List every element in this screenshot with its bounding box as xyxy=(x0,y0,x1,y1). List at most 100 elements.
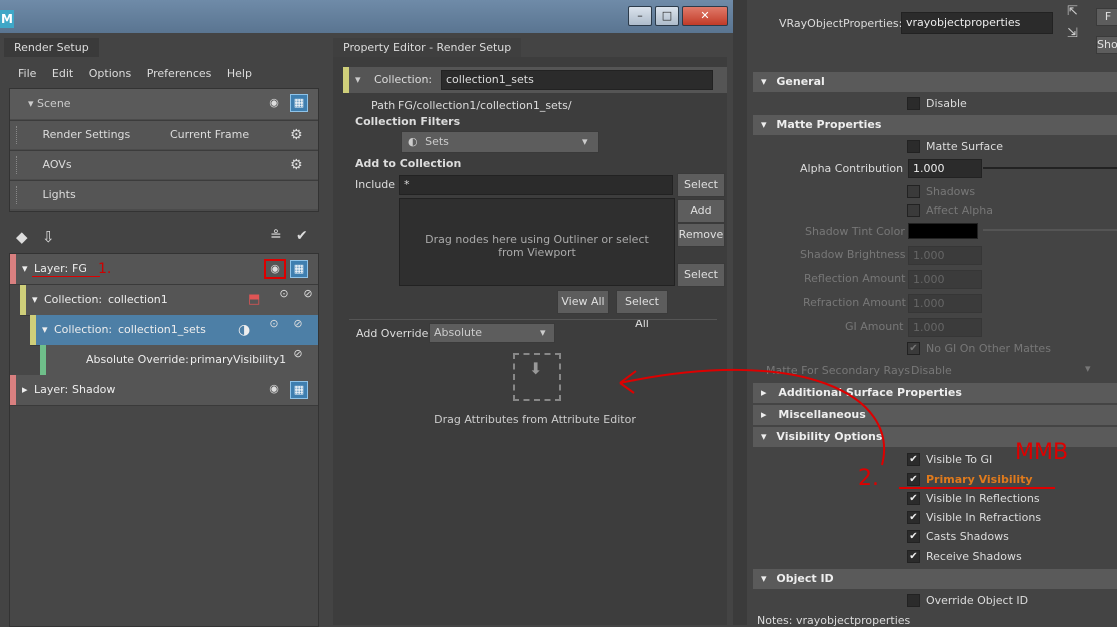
aovs-row[interactable]: AOVs ⚙ xyxy=(10,150,318,179)
eye-icon[interactable]: ◉ xyxy=(264,94,284,112)
gear-icon[interactable]: ⚙ xyxy=(290,151,303,179)
tab-property-editor[interactable]: Property Editor - Render Setup xyxy=(333,38,522,57)
vop-name-field[interactable]: vrayobjectproperties xyxy=(901,12,1053,34)
maximize-button[interactable]: □ xyxy=(655,6,679,26)
section-objectid[interactable]: ▾ Object ID xyxy=(753,569,1117,589)
expand-triangle-icon[interactable]: ▾ xyxy=(22,254,28,284)
collection-name-field[interactable]: collection1_sets xyxy=(441,70,713,90)
annotation-mmb: MMB xyxy=(1015,440,1069,465)
override-id-checkbox[interactable]: Override Object ID xyxy=(907,593,1028,608)
enable-icon[interactable]: ⊘ xyxy=(288,315,308,333)
close-button[interactable]: ✕ xyxy=(682,6,728,26)
lights-row[interactable]: Lights xyxy=(10,180,318,209)
layer-shadow-row[interactable]: ▸ Layer: Shadow ◉ ▦ xyxy=(10,375,318,406)
menu-file[interactable]: File xyxy=(18,67,36,80)
layer-fg-row[interactable]: ▾ Layer: FG 1. ◉ ▦ xyxy=(10,254,318,285)
import-icon[interactable]: ⇩ xyxy=(42,228,55,246)
minimize-button[interactable]: – xyxy=(628,6,652,26)
select-all-button[interactable]: Select All xyxy=(616,290,668,330)
primary-visibility-checkbox[interactable]: ✔ Primary Visibility xyxy=(907,472,1033,487)
matte-secondary-dropdown[interactable]: Disable xyxy=(911,364,952,377)
remove-button[interactable]: Remove xyxy=(677,223,725,247)
disable-checkbox[interactable]: Disable xyxy=(907,96,967,111)
eye-icon[interactable]: ◉ xyxy=(264,259,286,279)
refraction-amount-field[interactable]: 1.000 xyxy=(908,294,982,313)
tab-render-setup[interactable]: Render Setup xyxy=(4,38,99,57)
render-icon[interactable]: ▦ xyxy=(290,381,308,399)
override-row[interactable]: Absolute Override: primaryVisibility1 ⊘ xyxy=(40,345,318,376)
presets-icon[interactable]: ⇲ xyxy=(1067,26,1078,41)
casts-shadows-label: Casts Shadows xyxy=(926,530,1009,543)
section-title: Object ID xyxy=(776,572,834,585)
enable-icon[interactable]: ⊘ xyxy=(298,285,318,303)
isolate-icon[interactable]: ⊙ xyxy=(274,285,294,303)
override-dropdown[interactable]: Absolute ▾ xyxy=(429,323,555,343)
expand-triangle-icon[interactable]: ▾ xyxy=(42,315,48,345)
focus-icon[interactable]: ⇱ xyxy=(1067,4,1078,19)
shadow-brightness-field[interactable]: 1.000 xyxy=(908,246,982,265)
visible-in-reflections-checkbox[interactable]: ✔ Visible In Reflections xyxy=(907,491,1040,506)
section-matte[interactable]: ▾ Matte Properties xyxy=(753,115,1117,135)
eye-icon[interactable]: ◉ xyxy=(264,380,284,398)
scene-panel: ▾ Scene ◉ ▦ Render Settings Current Fram… xyxy=(9,88,319,212)
scene-header[interactable]: ▾ Scene ◉ ▦ xyxy=(10,89,318,119)
shadows-checkbox[interactable]: Shadows xyxy=(907,184,975,199)
reflection-amount-field[interactable]: 1.000 xyxy=(908,270,982,289)
shadow-tint-swatch[interactable] xyxy=(908,223,978,239)
section-general[interactable]: ▾ General xyxy=(753,72,1117,92)
filters-dropdown[interactable]: ◐ Sets ▾ xyxy=(401,131,599,153)
visible-to-gi-checkbox[interactable]: ✔ Visible To GI xyxy=(907,452,992,467)
gear-icon[interactable]: ⚙ xyxy=(290,121,303,149)
path-value: FG/collection1/collection1_sets/ xyxy=(398,99,572,112)
window-titlebar[interactable]: M – □ ✕ xyxy=(0,0,733,33)
expand-triangle-icon[interactable]: ▸ xyxy=(22,375,28,405)
no-gi-checkbox[interactable]: ✔ No GI On Other Mattes xyxy=(907,341,1051,356)
expand-triangle-icon[interactable]: ▾ xyxy=(32,285,38,315)
add-button[interactable]: Add xyxy=(677,199,725,223)
drop-target-icon[interactable]: ⬇ xyxy=(513,353,561,401)
alpha-field[interactable]: 1.000 xyxy=(908,159,982,178)
menu-edit[interactable]: Edit xyxy=(52,67,73,80)
vop-label: VRayObjectProperties: xyxy=(779,17,903,30)
show-button[interactable]: Show xyxy=(1096,36,1117,54)
menu-preferences[interactable]: Preferences xyxy=(147,67,212,80)
shadow-tint-slider[interactable] xyxy=(983,229,1117,231)
alpha-slider[interactable] xyxy=(983,167,1117,169)
matte-surface-checkbox[interactable]: Matte Surface xyxy=(907,139,1003,154)
casts-shadows-checkbox[interactable]: ✔ Casts Shadows xyxy=(907,529,1009,544)
collection-color-stripe xyxy=(30,315,36,345)
view-all-button[interactable]: View All xyxy=(557,290,609,314)
collection1-sets-row[interactable]: ▾ Collection: collection1_sets ◑ ⊙ ⊘ xyxy=(30,315,318,346)
section-title: Matte Properties xyxy=(776,118,882,131)
maya-logo-icon: M xyxy=(0,10,14,28)
visible-in-refractions-checkbox[interactable]: ✔ Visible In Refractions xyxy=(907,510,1041,525)
affect-alpha-checkbox[interactable]: Affect Alpha xyxy=(907,203,993,218)
select-button-2[interactable]: Select xyxy=(677,263,725,287)
enable-icon[interactable]: ⊘ xyxy=(288,345,308,363)
isolate-icon[interactable]: ⊙ xyxy=(264,315,284,333)
visibility-layers-icon[interactable]: ≗ xyxy=(270,228,282,244)
render-settings-label: Render Settings xyxy=(42,128,131,141)
override-name: primaryVisibility1 xyxy=(190,353,287,366)
menu-help[interactable]: Help xyxy=(227,67,252,80)
refraction-amount-label: Refraction Amount xyxy=(803,296,906,309)
toggle-button[interactable]: F xyxy=(1096,8,1117,26)
render-icon[interactable]: ▦ xyxy=(290,94,308,112)
receive-shadows-checkbox[interactable]: ✔ Receive Shadows xyxy=(907,549,1022,564)
drag-handle-icon[interactable] xyxy=(16,126,25,144)
drop-area[interactable]: Drag nodes here using Outliner or select… xyxy=(399,198,675,286)
render-layers-icon[interactable]: ✔ xyxy=(296,228,308,244)
collection1-row[interactable]: ▾ Collection: collection1 ⬒ ⊙ ⊘ xyxy=(20,285,318,316)
drag-handle-icon[interactable] xyxy=(16,156,25,174)
render-icon[interactable]: ▦ xyxy=(290,260,308,278)
menu-options[interactable]: Options xyxy=(89,67,131,80)
expand-triangle-icon[interactable]: ▾ xyxy=(28,97,34,110)
render-settings-row[interactable]: Render Settings Current Frame ⚙ xyxy=(10,120,318,149)
gi-amount-field[interactable]: 1.000 xyxy=(908,318,982,337)
select-button[interactable]: Select xyxy=(677,173,725,197)
drag-handle-icon[interactable] xyxy=(16,186,25,204)
layer-name: Shadow xyxy=(72,383,116,396)
include-field[interactable]: * xyxy=(399,175,673,195)
create-layer-icon[interactable]: ◆ xyxy=(16,228,28,246)
collapse-triangle-icon[interactable]: ▾ xyxy=(355,73,361,86)
